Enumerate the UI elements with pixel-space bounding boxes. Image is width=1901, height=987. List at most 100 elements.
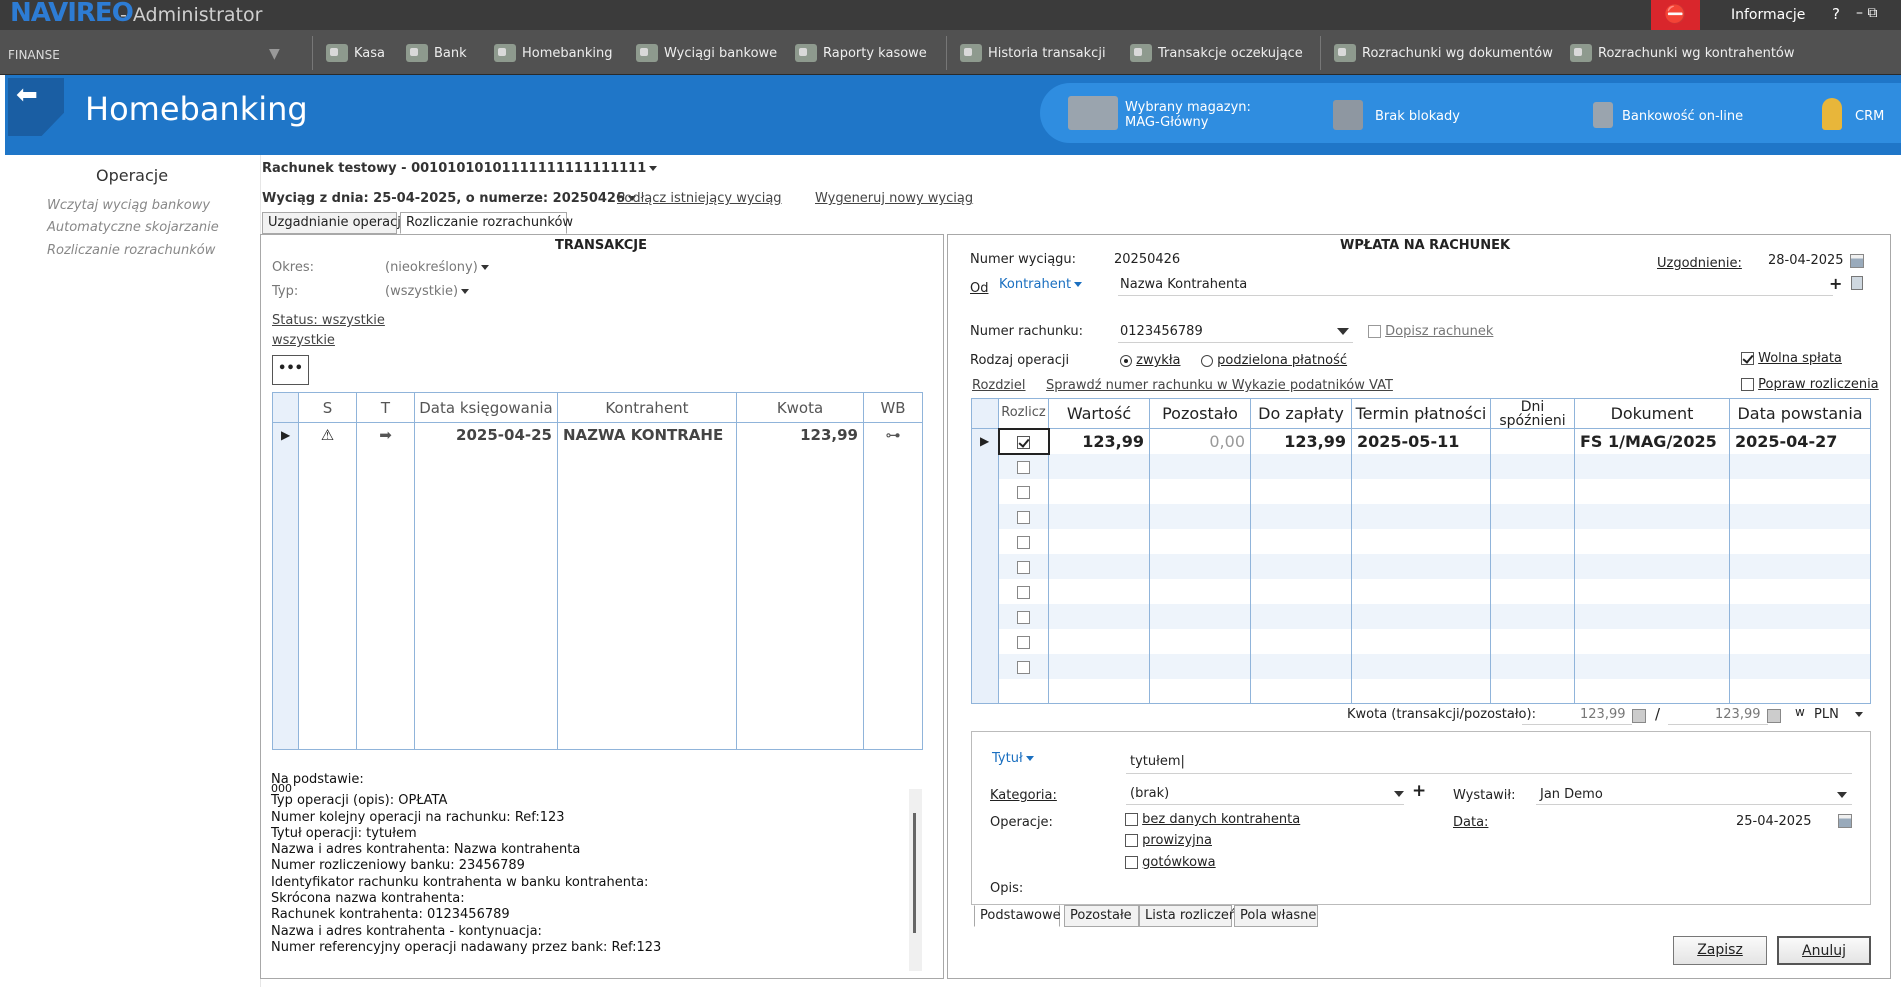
add-contractor-icon[interactable]: +	[1829, 274, 1842, 293]
save-button[interactable]: Zapisz	[1673, 936, 1767, 965]
column-header-document[interactable]: Dokument	[1574, 398, 1730, 429]
menu-item-statements[interactable]: Wyciągi bankowe	[636, 44, 777, 62]
column-header-value[interactable]: Wartość	[1048, 398, 1150, 429]
crm-link[interactable]: CRM	[1855, 109, 1884, 124]
sidebar-item-load-statement[interactable]: Wczytaj wyciąg bankowy	[47, 198, 210, 213]
title-input[interactable]: tytułem|	[1130, 754, 1185, 769]
help-button[interactable]: ?	[1832, 5, 1840, 23]
info-menu[interactable]: Informacje	[1731, 7, 1805, 23]
menu-item-history[interactable]: Historia transakcji	[960, 44, 1106, 62]
status-all-link[interactable]: wszystkie	[272, 333, 335, 348]
column-header-remaining[interactable]: Pozostało	[1149, 398, 1251, 429]
tab-settlements[interactable]: Rozliczanie rozrachunków	[400, 212, 573, 234]
column-header-to-pay[interactable]: Do zapłaty	[1250, 398, 1352, 429]
contractor-card-icon[interactable]	[1851, 276, 1863, 290]
tab-basic[interactable]: Podstawowe	[974, 905, 1061, 927]
online-banking[interactable]: Bankowość on-line	[1622, 109, 1743, 124]
menu-item-kasa[interactable]: Kasa	[326, 44, 385, 62]
menu-item-homebanking[interactable]: Homebanking	[494, 44, 612, 62]
category-dropdown[interactable]: (brak)	[1130, 786, 1169, 801]
tab-reconcile-operations[interactable]: Uzgadnianie operacji	[262, 212, 405, 234]
column-header-s[interactable]: S	[298, 392, 357, 423]
operation-normal-radio[interactable]: zwykła	[1120, 353, 1180, 368]
module-selector[interactable]: FINANSE	[8, 48, 60, 62]
account-dropdown[interactable]	[1334, 324, 1349, 339]
settle-checkbox[interactable]	[998, 603, 1049, 629]
table-row[interactable]	[971, 578, 1871, 604]
table-row[interactable]	[971, 553, 1871, 579]
menu-item-pending[interactable]: Transakcje oczekujące	[1130, 44, 1303, 62]
window-controls[interactable]: – ⧉	[1856, 5, 1877, 21]
more-options-button[interactable]: •••	[272, 355, 309, 385]
sidebar-item-auto-match[interactable]: Automatyczne skojarzanie	[47, 220, 219, 235]
table-row[interactable]: ▶ 123,99 0,00 123,99 2025-05-11 FS 1/MAG…	[971, 427, 1871, 455]
module-dropdown-icon[interactable]: ▼	[269, 46, 287, 62]
category-chevron-icon[interactable]	[1391, 786, 1404, 801]
title-type-dropdown[interactable]: Tytuł	[992, 751, 1034, 766]
settle-checkbox[interactable]	[998, 453, 1049, 479]
fix-settlements-checkbox[interactable]: Popraw rozliczenia	[1741, 377, 1879, 392]
table-row[interactable]	[971, 653, 1871, 679]
period-dropdown[interactable]: (nieokreślony)	[385, 260, 489, 275]
commission-checkbox[interactable]: prowizyjna	[1125, 833, 1212, 848]
calculator-icon[interactable]	[1632, 709, 1646, 723]
type-dropdown[interactable]: (wszystkie)	[385, 284, 470, 299]
cancel-button[interactable]: Anuluj	[1777, 936, 1871, 965]
table-row[interactable]: ▶ ⚠ ➡ 2025-04-25 NAZWA KONTRAHE 123,99 ⊶	[272, 422, 923, 448]
free-payment-checkbox[interactable]: Wolna spłata	[1741, 351, 1842, 366]
table-row[interactable]	[971, 603, 1871, 629]
column-header-date[interactable]: Data księgowania	[414, 392, 558, 423]
no-contractor-checkbox[interactable]: bez danych kontrahenta	[1125, 812, 1300, 827]
connect-statement-link[interactable]: Podłącz istniejący wyciąg	[617, 191, 782, 206]
column-header-settle[interactable]: Rozli­cz	[998, 398, 1049, 429]
settle-checkbox[interactable]	[998, 478, 1049, 504]
issued-by-dropdown[interactable]: Jan Demo	[1540, 787, 1603, 802]
account-selector[interactable]: Rachunek testowy - 001010101011111111111…	[262, 161, 658, 176]
status-filter-link[interactable]: Status: wszystkie	[272, 313, 385, 328]
lock-status[interactable]: Brak blokady	[1375, 109, 1460, 124]
append-account-checkbox[interactable]: Dopisz rachunek	[1368, 324, 1493, 339]
table-row[interactable]	[971, 478, 1871, 504]
menu-item-reports[interactable]: Raporty kasowe	[795, 44, 927, 62]
settle-checkbox[interactable]	[998, 653, 1049, 679]
tab-custom-fields[interactable]: Pola własne	[1234, 905, 1318, 927]
settle-checkbox[interactable]	[998, 553, 1049, 579]
date-field[interactable]: 25-04-2025	[1736, 814, 1812, 829]
settle-checkbox[interactable]	[997, 427, 1050, 455]
column-header-created[interactable]: Data powstania	[1729, 398, 1871, 429]
column-header-amount[interactable]: Kwota	[736, 392, 864, 423]
column-header-t[interactable]: T	[356, 392, 415, 423]
column-header-due-date[interactable]: Termin płatności	[1351, 398, 1491, 429]
tab-other[interactable]: Pozostałe	[1064, 905, 1139, 927]
table-row[interactable]	[971, 628, 1871, 654]
column-header-days-late[interactable]: Dni spóźnieni	[1490, 398, 1575, 429]
settle-checkbox[interactable]	[998, 628, 1049, 654]
menu-item-bank[interactable]: Bank	[406, 44, 467, 62]
contractor-name-field[interactable]: Nazwa Kontrahenta	[1120, 277, 1247, 292]
calculator-icon[interactable]	[1767, 709, 1781, 723]
warehouse-label[interactable]: Wybrany magazyn: MAG-Główny	[1125, 100, 1251, 130]
split-link[interactable]: Rozdziel	[972, 378, 1026, 393]
tab-settlement-list[interactable]: Lista rozliczeń	[1139, 905, 1237, 927]
settle-checkbox[interactable]	[998, 503, 1049, 529]
cash-checkbox[interactable]: gotówkowa	[1125, 855, 1216, 870]
statement-selector[interactable]: Wyciąg z dnia: 25-04-2025, o numerze: 20…	[262, 191, 637, 206]
vat-check-link[interactable]: Sprawdź numer rachunku w Wykazie podatni…	[1046, 378, 1393, 393]
settle-checkbox[interactable]	[998, 578, 1049, 604]
table-row[interactable]	[971, 503, 1871, 529]
menu-item-settlements-contractors[interactable]: Rozrachunki wg kontrahentów	[1570, 44, 1795, 62]
alert-icon[interactable]: ⛔	[1651, 0, 1700, 30]
issued-by-chevron-icon[interactable]	[1834, 787, 1847, 802]
table-row[interactable]	[971, 528, 1871, 554]
table-row[interactable]	[971, 453, 1871, 479]
operation-split-radio[interactable]: podzielona płatność	[1201, 353, 1347, 368]
description-scrollbar[interactable]	[909, 789, 922, 971]
settle-checkbox[interactable]	[998, 528, 1049, 554]
generate-statement-link[interactable]: Wygeneruj nowy wyciąg	[815, 191, 973, 206]
sidebar-item-settlements[interactable]: Rozliczanie rozrachunków	[47, 243, 215, 258]
account-number-field[interactable]: 0123456789	[1120, 324, 1203, 339]
add-category-icon[interactable]: +	[1412, 781, 1426, 801]
reconcile-date[interactable]: 28-04-2025	[1768, 253, 1844, 268]
menu-item-settlements-docs[interactable]: Rozrachunki wg dokumentów	[1334, 44, 1553, 62]
column-header-wb[interactable]: WB	[863, 392, 923, 423]
